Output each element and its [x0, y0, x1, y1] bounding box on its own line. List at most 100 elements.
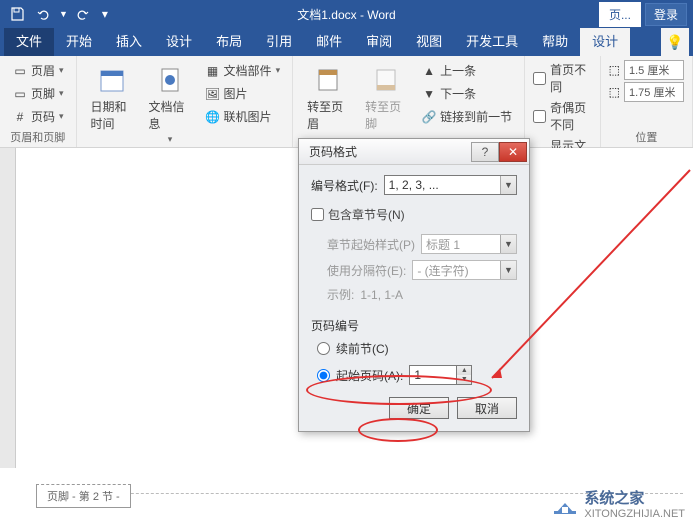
tab-design-main[interactable]: 设计 [154, 25, 204, 56]
down-arrow-icon: ▼ [421, 86, 437, 102]
watermark: 系统之家 XITONGZHIJIA.NET [552, 487, 685, 520]
tab-home[interactable]: 开始 [54, 25, 104, 56]
example-value: 1-1, 1-A [360, 288, 403, 302]
group-navigation: 转至页眉 转至页脚 ▲上一条 ▼下一条 🔗链接到前一节 [293, 56, 525, 147]
tab-references[interactable]: 引用 [254, 25, 304, 56]
watermark-url: XITONGZHIJIA.NET [584, 508, 685, 520]
header-button[interactable]: ▭页眉▾ [8, 60, 68, 81]
docparts-label: 文档部件 [224, 62, 272, 79]
footer-label: 页脚 [31, 85, 55, 102]
docparts-button[interactable]: ▦文档部件▾ [201, 60, 285, 81]
group-title-position: 位置 [609, 127, 684, 145]
watermark-logo-icon [552, 493, 578, 515]
goto-footer-icon [370, 64, 402, 96]
goto-header-button[interactable]: 转至页眉 [301, 60, 355, 136]
page-number-format-dialog: 页码格式 ? ✕ 编号格式(F): 1, 2, 3, ... ▼ 包含章节号(N… [298, 138, 530, 432]
redo-icon[interactable] [72, 3, 94, 25]
chapter-start-label: 章节起始样式(P) [327, 236, 415, 253]
tab-insert[interactable]: 插入 [104, 25, 154, 56]
ribbon-display-tab[interactable]: 页... [599, 2, 641, 27]
docinfo-label: 文档信息 [149, 98, 191, 132]
ribbon: ▭页眉▾ ▭页脚▾ #页码▾ 页眉和页脚 日期和时间 文档信息 ▾ ▦文档部件▾… [0, 56, 693, 148]
pagenum-label: 页码 [31, 108, 55, 125]
cancel-button[interactable]: 取消 [457, 397, 517, 419]
spin-up-icon[interactable]: ▲ [457, 366, 471, 375]
chapter-start-dropdown: 标题 1▼ [421, 234, 517, 254]
tab-review[interactable]: 审阅 [354, 25, 404, 56]
prev-section-button[interactable]: ▲上一条 [417, 60, 516, 81]
footer-icon: ▭ [12, 86, 28, 102]
header-dist-icon: ⬚ [609, 63, 620, 77]
link-icon: 🔗 [421, 109, 437, 125]
next-section-button[interactable]: ▼下一条 [417, 83, 516, 104]
number-format-dropdown[interactable]: 1, 2, 3, ... ▼ [384, 175, 517, 195]
chapter-start-value: 标题 1 [426, 236, 460, 253]
footer-button[interactable]: ▭页脚▾ [8, 83, 68, 104]
picture-button[interactable]: 🖼图片 [201, 83, 285, 104]
close-icon: ✕ [508, 145, 518, 159]
start-at-radio[interactable]: 起始页码(A): 1 ▲▼ [311, 365, 517, 385]
page-numbering-section-label: 页码编号 [311, 317, 517, 334]
include-chapter-checkbox[interactable]: 包含章节号(N) [311, 205, 517, 224]
start-at-label: 起始页码(A): [336, 367, 403, 384]
dialog-title: 页码格式 [309, 143, 357, 160]
window-titlebar: ▼ ▾ 文档1.docx - Word 页... 登录 [0, 0, 693, 28]
ribbon-tabs: 文件 开始 插入 设计 布局 引用 邮件 审阅 视图 开发工具 帮助 设计 💡 [0, 28, 693, 56]
tab-mail[interactable]: 邮件 [304, 25, 354, 56]
goto-footer-label: 转至页脚 [365, 98, 407, 132]
online-picture-icon: 🌐 [205, 109, 221, 125]
docinfo-button[interactable]: 文档信息 ▾ [143, 60, 197, 149]
pagenum-button[interactable]: #页码▾ [8, 106, 68, 127]
prev-label: 上一条 [440, 62, 476, 79]
tab-help[interactable]: 帮助 [530, 25, 580, 56]
group-position: ⬚ 1.5 厘米 ⬚ 1.75 厘米 位置 [601, 56, 693, 147]
datetime-button[interactable]: 日期和时间 [85, 60, 139, 136]
window-title: 文档1.docx - Word [297, 6, 395, 23]
tab-file[interactable]: 文件 [4, 25, 54, 56]
undo-dropdown-icon[interactable]: ▼ [59, 9, 68, 19]
spin-down-icon[interactable]: ▼ [457, 375, 471, 384]
qat-customize-icon[interactable]: ▾ [102, 7, 108, 21]
footer-distance-spin[interactable]: ⬚ 1.75 厘米 [609, 82, 684, 102]
watermark-text: 系统之家 [584, 487, 685, 508]
footer-dist-icon: ⬚ [609, 85, 620, 99]
number-format-label: 编号格式(F): [311, 177, 378, 194]
dialog-help-button[interactable]: ? [471, 142, 499, 162]
login-button[interactable]: 登录 [645, 3, 687, 26]
tab-design[interactable]: 设计 [580, 25, 630, 56]
separator-dropdown: - (连字符)▼ [412, 260, 517, 280]
goto-footer-button: 转至页脚 [359, 60, 413, 136]
header-dist-value[interactable]: 1.5 厘米 [624, 60, 684, 80]
quick-access-toolbar: ▼ ▾ [0, 3, 114, 25]
picture-label: 图片 [224, 85, 248, 102]
dialog-close-button[interactable]: ✕ [499, 142, 527, 162]
spin-buttons[interactable]: ▲▼ [456, 365, 472, 385]
tab-layout[interactable]: 布局 [204, 25, 254, 56]
docinfo-icon [154, 64, 186, 96]
tab-developer[interactable]: 开发工具 [454, 25, 530, 56]
continue-label: 续前节(C) [336, 340, 389, 357]
include-chapter-label: 包含章节号(N) [328, 206, 405, 223]
ok-button[interactable]: 确定 [389, 397, 449, 419]
docparts-icon: ▦ [205, 63, 221, 79]
dialog-titlebar: 页码格式 ? ✕ [299, 139, 529, 165]
group-header-footer: ▭页眉▾ ▭页脚▾ #页码▾ 页眉和页脚 [0, 56, 77, 147]
start-at-input[interactable]: 1 ▲▼ [409, 365, 457, 385]
link-prev-button[interactable]: 🔗链接到前一节 [417, 106, 516, 127]
separator-value: - (连字符) [417, 262, 468, 279]
navigation-pane-collapsed[interactable] [0, 148, 16, 468]
diff-first-checkbox[interactable]: 首页不同 [533, 60, 592, 96]
online-picture-button[interactable]: 🌐联机图片 [201, 106, 285, 127]
header-distance-spin[interactable]: ⬚ 1.5 厘米 [609, 60, 684, 80]
tab-view[interactable]: 视图 [404, 25, 454, 56]
tell-me-icon[interactable]: 💡 [661, 28, 689, 56]
continue-radio[interactable]: 续前节(C) [311, 340, 517, 357]
datetime-label: 日期和时间 [91, 98, 133, 132]
header-label: 页眉 [31, 62, 55, 79]
group-options: 首页不同 奇偶页不同 显示文档文字 选项 [525, 56, 601, 147]
diff-oddeven-checkbox[interactable]: 奇偶页不同 [533, 98, 592, 134]
up-arrow-icon: ▲ [421, 63, 437, 79]
footer-dist-value[interactable]: 1.75 厘米 [624, 82, 684, 102]
undo-icon[interactable] [32, 3, 54, 25]
save-icon[interactable] [6, 3, 28, 25]
